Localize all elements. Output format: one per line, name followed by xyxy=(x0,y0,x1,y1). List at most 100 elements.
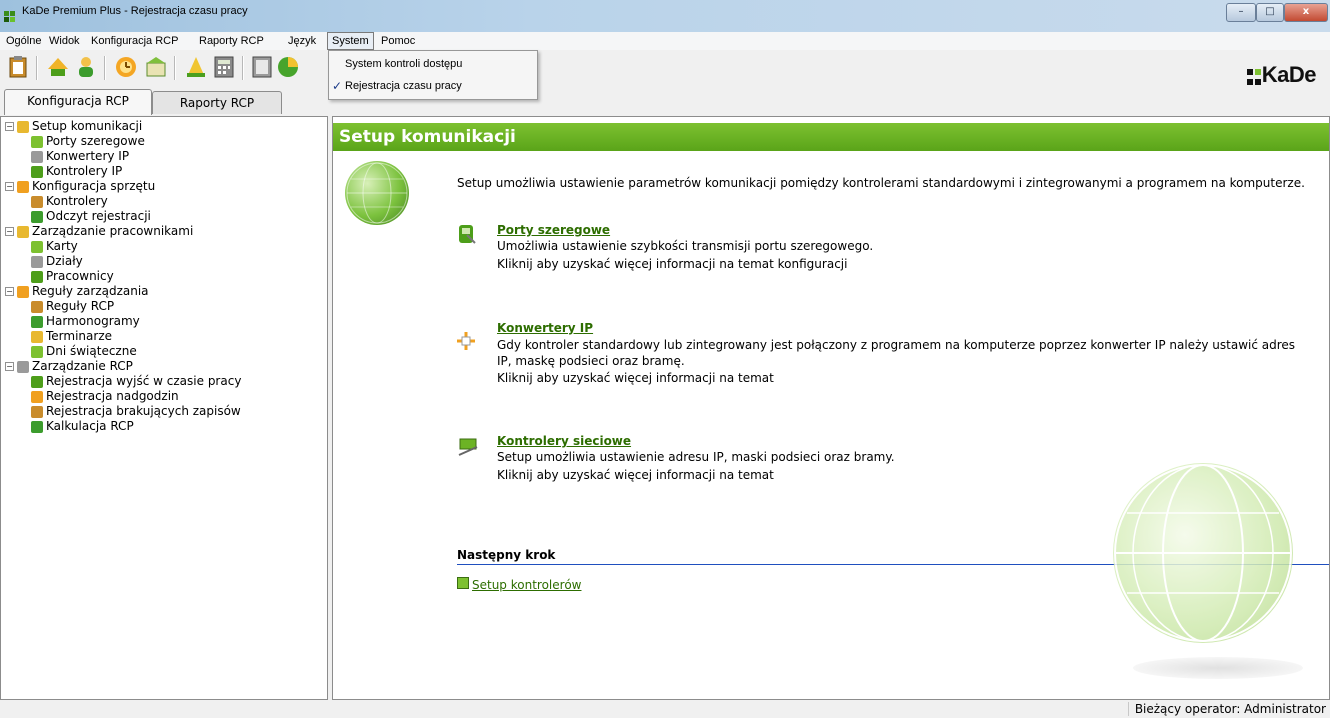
menu-jezyk[interactable]: Język xyxy=(284,33,320,49)
calculator-tool-icon[interactable] xyxy=(212,55,236,79)
rules-tool-icon[interactable] xyxy=(184,55,208,79)
porty-szeregowe-more: Kliknij aby uzyskać więcej informacji na… xyxy=(497,257,848,271)
menu-system[interactable]: System xyxy=(327,32,374,50)
system-menu-dropdown: System kontroli dostępu ✓ Rejestracja cz… xyxy=(328,50,538,100)
tree-item-label: Kontrolery xyxy=(46,194,108,208)
tree-item-label: Reguły zarządzania xyxy=(32,284,149,298)
tree-item[interactable]: − Reguły zarządzania xyxy=(5,284,241,299)
menu-pomoc[interactable]: Pomoc xyxy=(377,33,419,49)
departments-icon xyxy=(31,255,43,268)
konwertery-ip-link[interactable]: Konwertery IP xyxy=(497,321,593,335)
tree-item-label: Rejestracja wyjść w czasie pracy xyxy=(46,374,242,388)
read-registrations-icon xyxy=(31,210,43,223)
tree-item[interactable]: Pracownicy xyxy=(5,269,241,284)
menu-option-rejestracja-czasu-pracy[interactable]: ✓ Rejestracja czasu pracy xyxy=(329,75,537,97)
overtime-icon xyxy=(31,390,43,403)
tree-item-label: Setup komunikacji xyxy=(32,119,143,133)
maximize-button[interactable]: □ xyxy=(1256,3,1284,22)
window-title: KaDe Premium Plus - Rejestracja czasu pr… xyxy=(22,5,248,17)
collapse-toggle[interactable]: − xyxy=(5,227,14,236)
clipboard-icon[interactable] xyxy=(6,55,30,79)
employees-icon xyxy=(31,270,43,283)
employee-tool-icon[interactable] xyxy=(74,55,98,79)
tree-item-label: Rejestracja nadgodzin xyxy=(46,389,179,403)
toolbar xyxy=(0,50,1330,88)
tree-item[interactable]: Działy xyxy=(5,254,241,269)
serial-port-icon xyxy=(457,223,477,245)
toolbar-separator xyxy=(242,56,244,80)
tab-raporty-rcp[interactable]: Raporty RCP xyxy=(152,91,282,114)
tree-item-label: Porty szeregowe xyxy=(46,134,145,148)
menu-konfiguracja-rcp[interactable]: Konfiguracja RCP xyxy=(87,33,182,49)
collapse-toggle[interactable]: − xyxy=(5,362,14,371)
collapse-toggle[interactable]: − xyxy=(5,287,14,296)
serial-port-tool-icon[interactable] xyxy=(46,55,70,79)
ip-controller-icon xyxy=(31,165,43,178)
app-icon xyxy=(4,8,16,22)
terminal-tool-icon[interactable] xyxy=(144,55,168,79)
tree-item[interactable]: − Zarządzanie RCP xyxy=(5,359,241,374)
tree-item-label: Działy xyxy=(46,254,83,268)
collapse-toggle[interactable]: − xyxy=(5,182,14,191)
option-label: Rejestracja czasu pracy xyxy=(345,80,462,92)
tree-item-label: Dni świąteczne xyxy=(46,344,137,358)
menu-raporty-rcp[interactable]: Raporty RCP xyxy=(195,33,268,49)
serial-port-icon xyxy=(31,135,43,148)
toolbar-separator xyxy=(36,56,38,80)
menu-widok[interactable]: Widok xyxy=(45,33,84,49)
tree-item[interactable]: Kontrolery IP xyxy=(5,164,241,179)
menu-option-system-kontroli-dostepu[interactable]: System kontroli dostępu xyxy=(329,53,537,75)
navigation-tree: − Setup komunikacji Porty szeregowe Konwert… xyxy=(0,116,328,700)
tree-item-label: Harmonogramy xyxy=(46,314,140,328)
tree-item[interactable]: Rejestracja brakujących zapisów xyxy=(5,404,241,419)
content-panel: Setup komunikacji Setup umożliwia ustawi… xyxy=(332,116,1330,700)
exits-icon xyxy=(31,375,43,388)
tree-item[interactable]: Konwertery IP xyxy=(5,149,241,164)
menu-ogolne[interactable]: Ogólne xyxy=(2,33,45,49)
tree-item-label: Pracownicy xyxy=(46,269,114,283)
minimize-button[interactable]: – xyxy=(1226,3,1256,22)
porty-szeregowe-link[interactable]: Porty szeregowe xyxy=(497,223,610,237)
close-button[interactable]: x xyxy=(1284,3,1328,22)
logo-text: KaDe xyxy=(1261,62,1317,87)
logo-mark xyxy=(1246,66,1262,86)
tab-konfiguracja-rcp[interactable]: Konfiguracja RCP xyxy=(4,89,152,115)
tree-item[interactable]: Rejestracja wyjść w czasie pracy xyxy=(5,374,241,389)
setup-icon xyxy=(457,577,469,589)
tree-item[interactable]: Dni świąteczne xyxy=(5,344,241,359)
tree-item[interactable]: Rejestracja nadgodzin xyxy=(5,389,241,404)
collapse-toggle[interactable]: − xyxy=(5,122,14,131)
toolbar-separator xyxy=(104,56,106,80)
toolbar-separator xyxy=(174,56,176,80)
cards-icon xyxy=(31,240,43,253)
tree-item[interactable]: Kontrolery xyxy=(5,194,241,209)
tree-list: − Setup komunikacji Porty szeregowe Konwert… xyxy=(5,119,241,434)
tree-item-label: Zarządzanie pracownikami xyxy=(32,224,194,238)
next-step-label: Następny krok xyxy=(457,548,556,562)
tree-item-label: Rejestracja brakujących zapisów xyxy=(46,404,241,418)
decorative-globe-image xyxy=(1113,463,1293,643)
report-tool-icon[interactable] xyxy=(250,55,274,79)
tree-item[interactable]: − Zarządzanie pracownikami xyxy=(5,224,241,239)
schedule-tool-icon[interactable] xyxy=(114,55,138,79)
tab-strip: Konfiguracja RCP Raporty RCP xyxy=(0,88,1330,116)
tree-item-label: Kontrolery IP xyxy=(46,164,123,178)
kontrolery-sieciowe-link[interactable]: Kontrolery sieciowe xyxy=(497,434,631,448)
tree-item[interactable]: Terminarze xyxy=(5,329,241,344)
status-bar: Bieżący operator: Administrator xyxy=(0,700,1330,718)
tree-item[interactable]: Harmonogramy xyxy=(5,314,241,329)
setup-kontrolerow-link[interactable]: Setup kontrolerów xyxy=(472,578,581,592)
tree-item[interactable]: Reguły RCP xyxy=(5,299,241,314)
schedule-icon xyxy=(31,315,43,328)
tree-item[interactable]: Karty xyxy=(5,239,241,254)
tree-item[interactable]: − Setup komunikacji xyxy=(5,119,241,134)
konwertery-ip-desc: Gdy kontroler standardowy lub zintegrowa… xyxy=(497,338,1296,352)
tree-item[interactable]: − Konfiguracja sprzętu xyxy=(5,179,241,194)
chart-icon xyxy=(17,360,29,373)
tree-item-label: Odczyt rejestracji xyxy=(46,209,151,223)
tree-item-label: Konwertery IP xyxy=(46,149,130,163)
chart-tool-icon[interactable] xyxy=(276,55,300,79)
tree-item[interactable]: Porty szeregowe xyxy=(5,134,241,149)
tree-item[interactable]: Kalkulacja RCP xyxy=(5,419,241,434)
tree-item[interactable]: Odczyt rejestracji xyxy=(5,209,241,224)
